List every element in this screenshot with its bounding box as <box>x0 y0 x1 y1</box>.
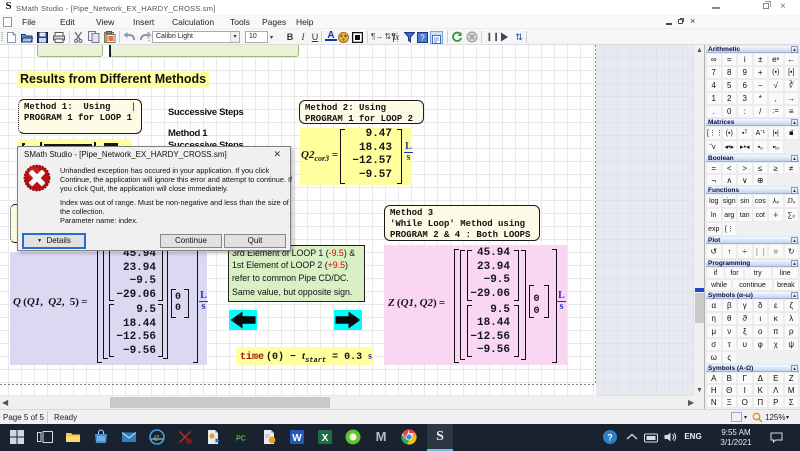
svg-text:W: W <box>292 433 302 444</box>
svg-text:X: X <box>322 433 329 444</box>
svg-text:?: ? <box>420 34 425 43</box>
svg-text:?: ? <box>607 433 613 443</box>
svg-text:e: e <box>154 429 160 444</box>
svg-text:PC: PC <box>236 436 246 443</box>
